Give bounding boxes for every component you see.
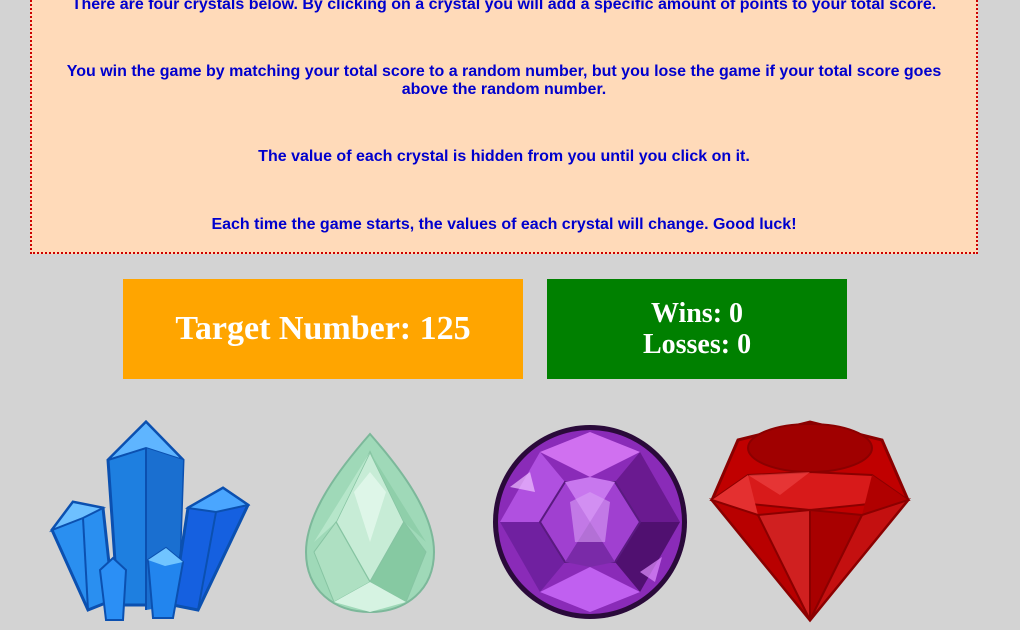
target-number-label: Target Number: [175,310,412,347]
instruction-line-4: Each time the game starts, the values of… [211,216,797,233]
target-number-box: Target Number: 125 [123,279,523,379]
purple-crystal-button[interactable] [490,422,690,622]
red-crystal-button[interactable] [708,420,912,624]
wins-count: 0 [729,298,744,329]
wins-label: Wins: [650,298,723,329]
blue-crystal-icon [49,420,251,621]
losses-line: Losses: 0 [643,329,751,360]
green-crystal-button[interactable] [304,432,436,614]
win-loss-box: Wins: 0 Losses: 0 [547,279,847,379]
target-number-text: Target Number: 125 [175,310,470,348]
instruction-line-3: The value of each crystal is hidden from… [258,148,750,165]
losses-count: 0 [737,329,752,360]
red-ruby-icon [709,420,911,623]
game-page: There are four crystals below. By clicki… [0,0,1020,630]
target-number-value: 125 [419,310,471,347]
instructions-panel: There are four crystals below. By clicki… [30,0,978,254]
green-gem-icon [304,432,436,614]
instruction-line-2: You win the game by matching your total … [66,63,942,98]
losses-label: Losses: [642,329,731,360]
wins-line: Wins: 0 [651,298,743,329]
instruction-line-1: There are four crystals below. By clicki… [71,0,937,13]
purple-gem-icon [493,425,687,619]
blue-crystal-button[interactable] [48,420,252,626]
